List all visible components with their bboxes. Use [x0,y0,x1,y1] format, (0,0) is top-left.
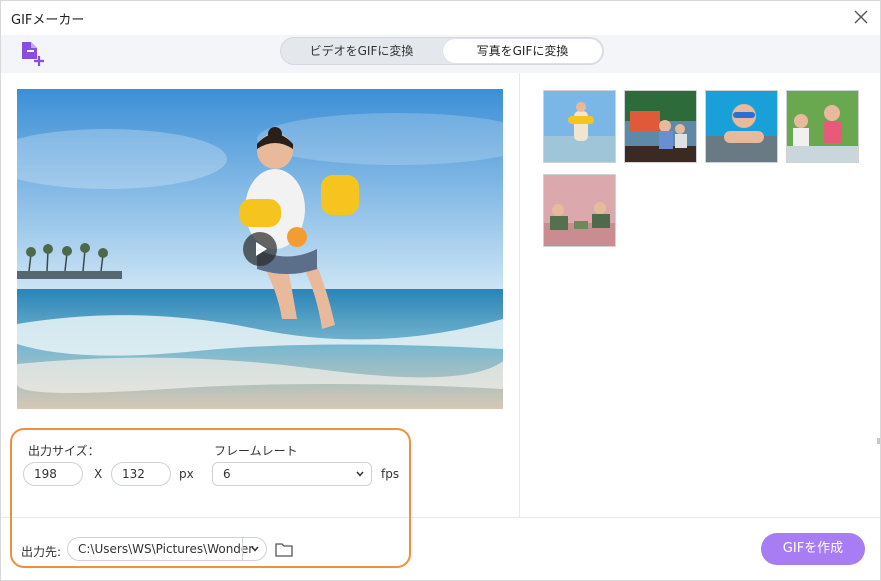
framerate-label: フレームレート [214,444,298,458]
create-gif-button[interactable]: GIFを作成 [761,533,865,565]
gif-maker-window: GIFメーカー ビデオをGIFに変換 写真をGIFに変換 出力サイズ： 198 … [0,0,881,581]
folder-icon[interactable] [275,541,293,557]
chevron-down-icon[interactable] [250,544,260,554]
window-title: GIFメーカー [11,13,85,28]
output-size-label: 出力サイズ： [28,444,100,458]
chevron-down-icon [356,471,364,477]
output-path-label: 出力先: [21,545,62,559]
times-label: X [94,467,103,481]
framerate-select[interactable]: 6 [212,462,372,486]
tab-photo-to-gif[interactable]: 写真をGIFに変換 [443,39,602,63]
mode-toggle: ビデオをGIFに変換 写真をGIFに変換 [280,37,604,65]
add-file-icon[interactable] [17,39,47,69]
thumb-kids-pink-room[interactable] [543,174,616,247]
thumb-girl-beach-floaties[interactable] [543,90,616,163]
height-input[interactable]: 132 [111,462,171,486]
path-separator [242,538,243,560]
width-input[interactable]: 198 [23,462,83,486]
framerate-value: 6 [223,467,231,481]
output-path-field[interactable]: C:\Users\WS\Pictures\Wonder [67,537,267,561]
toolbar: ビデオをGIFに変換 写真をGIFに変換 [1,35,880,73]
thumb-kids-playground[interactable] [624,90,697,163]
preview-image [17,89,503,409]
title-bar: GIFメーカー [1,1,880,35]
play-icon[interactable] [243,232,277,266]
px-unit-label: px [179,467,194,481]
output-path-value: C:\Users\WS\Pictures\Wonder [78,542,254,556]
close-icon[interactable] [849,5,873,29]
scroll-indicator [877,438,880,444]
thumb-girl-swimming-goggles[interactable] [705,90,778,163]
tab-video-to-gif[interactable]: ビデオをGIFに変換 [282,39,441,63]
fps-unit-label: fps [381,467,400,481]
panel-divider [519,73,520,517]
thumb-kids-pool-edge[interactable] [786,90,859,163]
